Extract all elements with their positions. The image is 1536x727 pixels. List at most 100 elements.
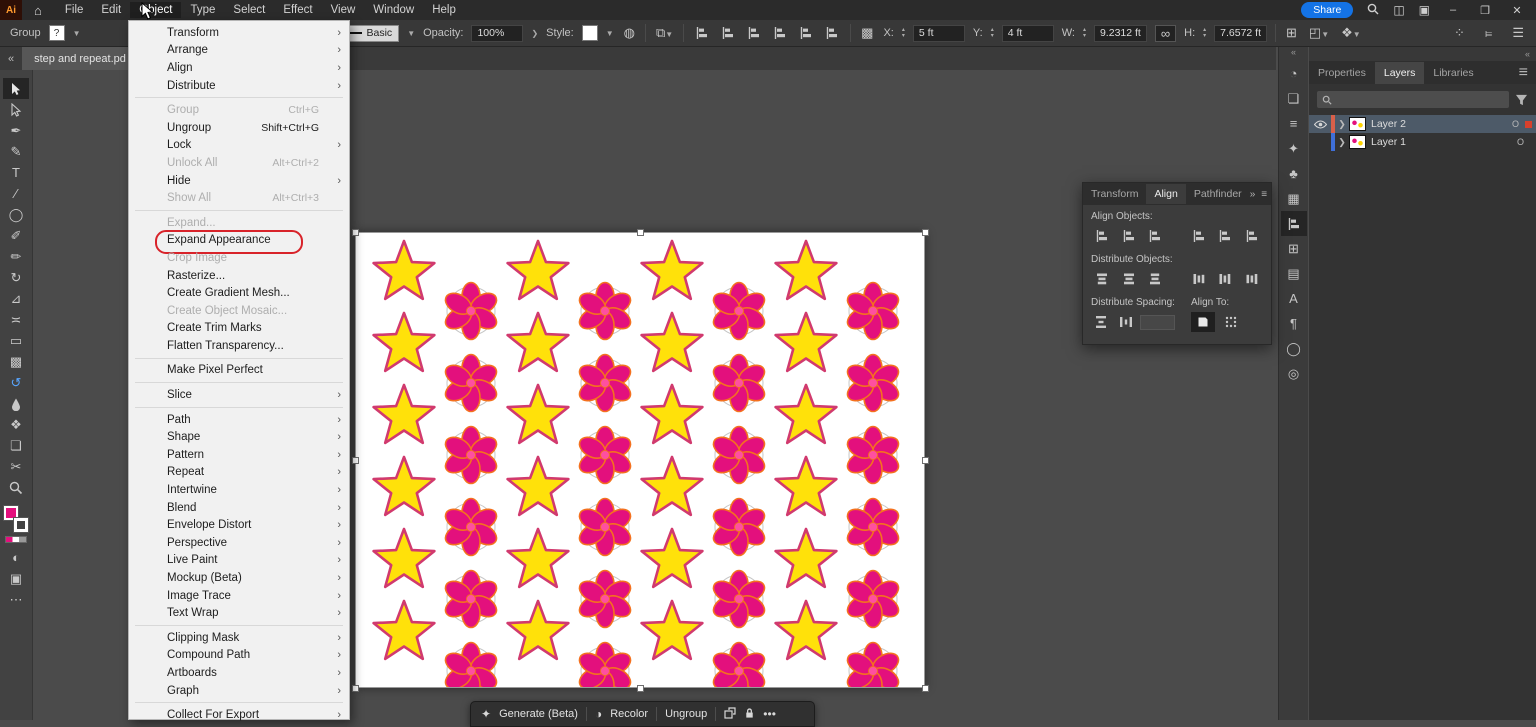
bounding-box-handle[interactable] bbox=[636, 684, 644, 692]
panel-collapse-icon[interactable]: » bbox=[1250, 189, 1256, 200]
tab-layers[interactable]: Layers bbox=[1374, 61, 1425, 84]
alignto-artboard-icon[interactable] bbox=[1191, 312, 1215, 332]
visibility-toggle-icon[interactable] bbox=[1309, 119, 1331, 129]
y-input[interactable]: 4 ft bbox=[1001, 24, 1054, 42]
layer-expand-icon[interactable]: ❯ bbox=[1335, 137, 1349, 148]
panel-options-icon[interactable]: ⫢ bbox=[1483, 25, 1494, 41]
tab-transform[interactable]: Transform bbox=[1083, 184, 1146, 204]
tab-overflow-icon[interactable]: « bbox=[0, 53, 22, 65]
layer-target-icon[interactable]: O bbox=[1517, 137, 1524, 147]
type-tool[interactable]: T bbox=[3, 162, 29, 183]
pen-tool[interactable]: ✒ bbox=[3, 120, 29, 141]
menu-item-image-trace[interactable]: Image Trace › bbox=[129, 587, 349, 605]
blend-tool[interactable]: ❖ bbox=[3, 414, 29, 435]
paragraph-panel-icon[interactable]: ¶ bbox=[1281, 311, 1307, 336]
scale-tool[interactable]: ⊿ bbox=[3, 288, 29, 309]
menu-item-path[interactable]: Path › bbox=[129, 411, 349, 429]
line-segment-tool[interactable]: ∕ bbox=[3, 183, 29, 204]
menu-item-pattern[interactable]: Pattern › bbox=[129, 446, 349, 464]
workspace-switcher-icon[interactable]: ◫ bbox=[1393, 3, 1404, 17]
tab-properties[interactable]: Properties bbox=[1309, 62, 1375, 84]
preferences-icon[interactable]: ⁘ bbox=[1452, 25, 1467, 41]
distribute-vcenter-icon[interactable] bbox=[1117, 269, 1139, 289]
menu-item-blend[interactable]: Blend › bbox=[129, 499, 349, 517]
distribute-left-icon[interactable] bbox=[1188, 269, 1210, 289]
menu-item-artboards[interactable]: Artboards › bbox=[129, 664, 349, 682]
align-h-center-icon[interactable] bbox=[718, 25, 738, 41]
draw-mode-icon[interactable]: ◐ bbox=[3, 547, 29, 568]
constrain-proportions-icon[interactable]: ∞ bbox=[1154, 24, 1177, 42]
layer-row-layer-1[interactable]: ❯ Layer 1 O bbox=[1309, 133, 1536, 151]
menu-item-hide[interactable]: Hide › bbox=[129, 172, 349, 190]
align-h-center-icon[interactable] bbox=[1117, 226, 1139, 246]
menu-item-collect-for-export[interactable]: Collect For Export › bbox=[129, 706, 349, 724]
ungroup-button[interactable]: Ungroup bbox=[665, 708, 707, 720]
menu-item-shape[interactable]: Shape › bbox=[129, 428, 349, 446]
edit-toolbar-icon[interactable]: ⋯ bbox=[3, 589, 29, 610]
menu-item-expand-appearance[interactable]: Expand Appearance bbox=[129, 229, 349, 254]
layer-target-icon[interactable]: O bbox=[1512, 119, 1519, 129]
share-button[interactable]: Share bbox=[1301, 2, 1354, 18]
menu-item-arrange[interactable]: Arrange › bbox=[129, 42, 349, 60]
layer-expand-icon[interactable]: ❯ bbox=[1335, 119, 1349, 130]
layers-panel-menu-icon[interactable]: ≡ bbox=[1519, 64, 1536, 82]
layer-name[interactable]: Layer 2 bbox=[1371, 118, 1406, 130]
w-stepper[interactable]: ▴ ▾ bbox=[1083, 27, 1086, 39]
character-panel-icon[interactable]: A bbox=[1281, 286, 1307, 311]
menubar-item-help[interactable]: Help bbox=[423, 2, 465, 18]
stroke-chevron-icon[interactable]: ▼ bbox=[407, 29, 415, 38]
appearance-panel-icon[interactable]: ◯ bbox=[1281, 336, 1307, 361]
fill-swatch[interactable]: ? bbox=[48, 25, 65, 41]
align-v-bottom-icon[interactable] bbox=[1241, 226, 1263, 246]
menu-item-text-wrap[interactable]: Text Wrap › bbox=[129, 604, 349, 622]
symbols-panel-icon[interactable]: ♣ bbox=[1281, 161, 1307, 186]
menu-item-lock[interactable]: Lock › bbox=[129, 137, 349, 155]
w-input[interactable]: 9.2312 ft bbox=[1093, 24, 1147, 42]
bounding-box-handle[interactable] bbox=[351, 684, 359, 692]
artboard-tool[interactable]: ❏ bbox=[3, 435, 29, 456]
rotate-view-tool[interactable]: ↺ bbox=[3, 372, 29, 393]
generate-button[interactable]: Generate (Beta) bbox=[499, 708, 578, 720]
artboard[interactable] bbox=[355, 232, 925, 688]
layers-search-input[interactable] bbox=[1317, 91, 1509, 108]
fill-chevron-icon[interactable]: ▼ bbox=[73, 29, 81, 38]
style-chevron-icon[interactable]: ▼ bbox=[606, 29, 614, 38]
tab-libraries[interactable]: Libraries bbox=[1424, 62, 1482, 84]
zoom-tool[interactable] bbox=[3, 477, 29, 498]
menu-item-align[interactable]: Align › bbox=[129, 59, 349, 77]
fill-stroke-proxy[interactable] bbox=[3, 505, 29, 533]
bounding-box-handle[interactable] bbox=[351, 228, 359, 236]
menu-item-ungroup[interactable]: Ungroup Shift+Ctrl+G bbox=[129, 119, 349, 137]
align-v-center-icon[interactable] bbox=[796, 25, 816, 41]
paintbrush-tool[interactable]: ✐ bbox=[3, 225, 29, 246]
menubar-item-object[interactable]: Object bbox=[130, 2, 182, 18]
document-setup-icon[interactable]: ◍ bbox=[622, 25, 637, 41]
menu-item-create-trim-marks[interactable]: Create Trim Marks bbox=[129, 320, 349, 338]
bounding-box-handle[interactable] bbox=[351, 456, 359, 464]
opacity-input[interactable]: 100% bbox=[471, 24, 524, 42]
direct-selection-tool[interactable] bbox=[3, 99, 29, 120]
quick-actions-icon[interactable]: ❖▼ bbox=[1339, 25, 1363, 41]
distribute-hcenter-icon[interactable] bbox=[1214, 269, 1236, 289]
layer-thumbnail[interactable] bbox=[1349, 135, 1366, 149]
close-button[interactable]: ✕ bbox=[1508, 4, 1526, 17]
filter-icon[interactable] bbox=[1515, 94, 1528, 106]
bounding-box-handle[interactable] bbox=[921, 684, 929, 692]
align-v-top-icon[interactable] bbox=[770, 25, 790, 41]
distribute-top-icon[interactable] bbox=[1091, 269, 1113, 289]
select-similar-icon[interactable]: ▩ bbox=[859, 25, 875, 41]
menubar-item-select[interactable]: Select bbox=[224, 2, 274, 18]
layer-row-layer-2[interactable]: ❯ Layer 2 O bbox=[1309, 115, 1536, 133]
graphic-styles-panel-icon[interactable]: ◎ bbox=[1281, 361, 1307, 386]
menu-item-live-paint[interactable]: Live Paint › bbox=[129, 552, 349, 570]
distribute-right-icon[interactable] bbox=[1241, 269, 1263, 289]
shape-properties-icon[interactable]: ◰▼ bbox=[1307, 25, 1331, 41]
menu-item-compound-path[interactable]: Compound Path › bbox=[129, 647, 349, 665]
stroke-panel-icon[interactable]: ≡ bbox=[1281, 111, 1307, 136]
color-wheel-icon[interactable]: ◔ bbox=[1281, 61, 1307, 86]
panel-menu-icon[interactable]: ≡ bbox=[1261, 189, 1267, 200]
menubar-item-file[interactable]: File bbox=[56, 2, 93, 18]
isolate-selected-icon[interactable]: ⧉▼ bbox=[654, 25, 675, 41]
opacity-chevron-icon[interactable]: ❯ bbox=[531, 29, 538, 38]
align-h-left-icon[interactable] bbox=[1091, 226, 1113, 246]
